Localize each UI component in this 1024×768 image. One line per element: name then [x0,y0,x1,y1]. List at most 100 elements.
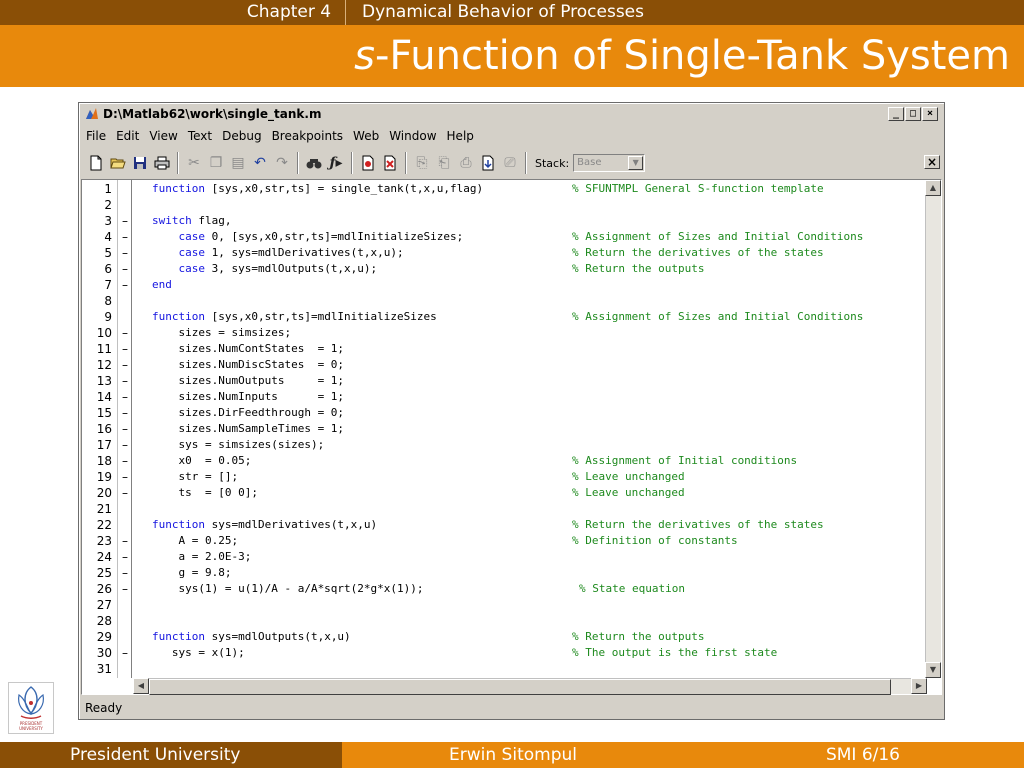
breakpoint-marker[interactable]: – [120,245,130,261]
menu-help[interactable]: Help [442,126,479,146]
breakpoint-marker[interactable] [120,181,130,197]
menu-edit[interactable]: Edit [111,126,144,146]
code-line[interactable]: a = 2.0E-3; [152,549,926,565]
breakpoint-marker[interactable]: – [120,357,130,373]
menu-breakpoints[interactable]: Breakpoints [267,126,348,146]
breakpoint-marker[interactable] [120,661,130,677]
breakpoint-marker[interactable]: – [120,213,130,229]
redo-icon[interactable]: ↷ [271,152,293,174]
menu-web[interactable]: Web [348,126,384,146]
code-line[interactable]: g = 9.8; [152,565,926,581]
undo-icon[interactable]: ↶ [249,152,271,174]
breakpoint-marker[interactable]: – [120,437,130,453]
breakpoint-marker[interactable] [120,309,130,325]
breakpoint-marker[interactable] [120,197,130,213]
breakpoint-marker[interactable] [120,293,130,309]
code-line[interactable] [152,661,926,677]
code-line[interactable]: case 0, [sys,x0,str,ts]=mdlInitializeSiz… [152,229,926,245]
breakpoint-marker[interactable]: – [120,341,130,357]
breakpoint-marker[interactable]: – [120,645,130,661]
code-line[interactable]: end [152,277,926,293]
step-icon[interactable]: ⎘ [411,152,433,174]
exit-debug-icon[interactable]: ⎚ [499,152,521,174]
menu-debug[interactable]: Debug [217,126,266,146]
code-line[interactable]: sizes.DirFeedthrough = 0; [152,405,926,421]
scroll-down-icon[interactable]: ▼ [925,662,941,678]
code-line[interactable]: str = []; % Leave unchanged [152,469,926,485]
code-line[interactable] [152,597,926,613]
code-line[interactable]: case 3, sys=mdlOutputs(t,x,u); % Return t… [152,261,926,277]
breakpoint-marker[interactable]: – [120,549,130,565]
maximize-button[interactable]: □ [905,107,921,121]
code-line[interactable]: x0 = 0.05; % Assignment of Initial condit… [152,453,926,469]
code-line[interactable]: case 1, sys=mdlDerivatives(t,x,u); % Retu… [152,245,926,261]
breakpoint-marker[interactable]: – [120,389,130,405]
new-file-icon[interactable] [85,152,107,174]
scroll-thumb[interactable] [149,679,891,695]
menu-file[interactable]: File [81,126,111,146]
close-button[interactable]: × [922,107,938,121]
open-folder-icon[interactable] [107,152,129,174]
step-in-icon[interactable]: ⎗ [433,152,455,174]
cut-icon[interactable]: ✂ [183,152,205,174]
copy-icon[interactable]: ❐ [205,152,227,174]
code-line[interactable]: A = 0.25; % Definition of constants [152,533,926,549]
chevron-down-icon[interactable]: ▼ [628,156,644,170]
menu-text[interactable]: Text [183,126,217,146]
close-document-icon[interactable]: × [924,155,940,169]
stack-dropdown[interactable]: Base ▼ [573,154,646,172]
code-line[interactable]: function sys=mdlDerivatives(t,x,u) % Retu… [152,517,926,533]
breakpoint-marker[interactable]: – [120,405,130,421]
code-line[interactable]: sizes.NumSampleTimes = 1; [152,421,926,437]
vertical-scrollbar[interactable]: ▲ ▼ [925,180,941,678]
continue-icon[interactable] [477,152,499,174]
code-line[interactable]: sizes.NumInputs = 1; [152,389,926,405]
print-icon[interactable] [151,152,173,174]
code-line[interactable]: ts = [0 0]; % Leave unchanged [152,485,926,501]
save-icon[interactable] [129,152,151,174]
scroll-up-icon[interactable]: ▲ [925,180,941,196]
code-line[interactable]: function [sys,x0,str,ts]=mdlInitializeSi… [152,309,926,325]
code-line[interactable]: sizes.NumContStates = 1; [152,341,926,357]
window-titlebar[interactable]: D:\Matlab62\work\single_tank.m _ □ × [81,105,942,123]
breakpoint-marker[interactable]: – [120,277,130,293]
code-line[interactable]: sys = x(1); % The output is the first sta… [152,645,926,661]
breakpoint-marker[interactable] [120,597,130,613]
breakpoint-marker[interactable]: – [120,325,130,341]
breakpoint-marker[interactable]: – [120,421,130,437]
code-line[interactable] [152,197,926,213]
code-line[interactable]: function sys=mdlOutputs(t,x,u) % Return t… [152,629,926,645]
breakpoint-marker[interactable]: – [120,565,130,581]
code-line[interactable]: switch flag, [152,213,926,229]
set-breakpoint-icon[interactable] [357,152,379,174]
breakpoint-marker[interactable] [120,501,130,517]
clear-breakpoints-icon[interactable] [379,152,401,174]
code-editor[interactable]: 1 function [sys,x0,str,ts] = single_tank(… [81,179,942,695]
breakpoint-marker[interactable]: – [120,261,130,277]
code-line[interactable]: sys = simsizes(sizes); [152,437,926,453]
scroll-left-icon[interactable]: ◀ [133,678,149,694]
breakpoint-marker[interactable]: – [120,581,130,597]
breakpoint-marker[interactable]: – [120,229,130,245]
code-line[interactable]: function [sys,x0,str,ts] = single_tank(t… [152,181,926,197]
paste-icon[interactable]: ▤ [227,152,249,174]
code-line[interactable]: sizes.NumDiscStates = 0; [152,357,926,373]
breakpoint-marker[interactable] [120,629,130,645]
step-out-icon[interactable]: ⎙ [455,152,477,174]
breakpoint-marker[interactable]: – [120,533,130,549]
code-line[interactable] [152,613,926,629]
code-line[interactable] [152,501,926,517]
breakpoint-marker[interactable]: – [120,485,130,501]
breakpoint-marker[interactable] [120,517,130,533]
menu-view[interactable]: View [144,126,182,146]
breakpoint-marker[interactable]: – [120,453,130,469]
minimize-button[interactable]: _ [888,107,904,121]
horizontal-scrollbar[interactable]: ◀ ▶ [133,678,927,695]
find-icon[interactable] [303,152,325,174]
code-line[interactable]: sizes = simsizes; [152,325,926,341]
menu-window[interactable]: Window [384,126,441,146]
scroll-right-icon[interactable]: ▶ [911,678,927,694]
breakpoint-marker[interactable]: – [120,373,130,389]
code-line[interactable] [152,293,926,309]
breakpoint-marker[interactable] [120,613,130,629]
